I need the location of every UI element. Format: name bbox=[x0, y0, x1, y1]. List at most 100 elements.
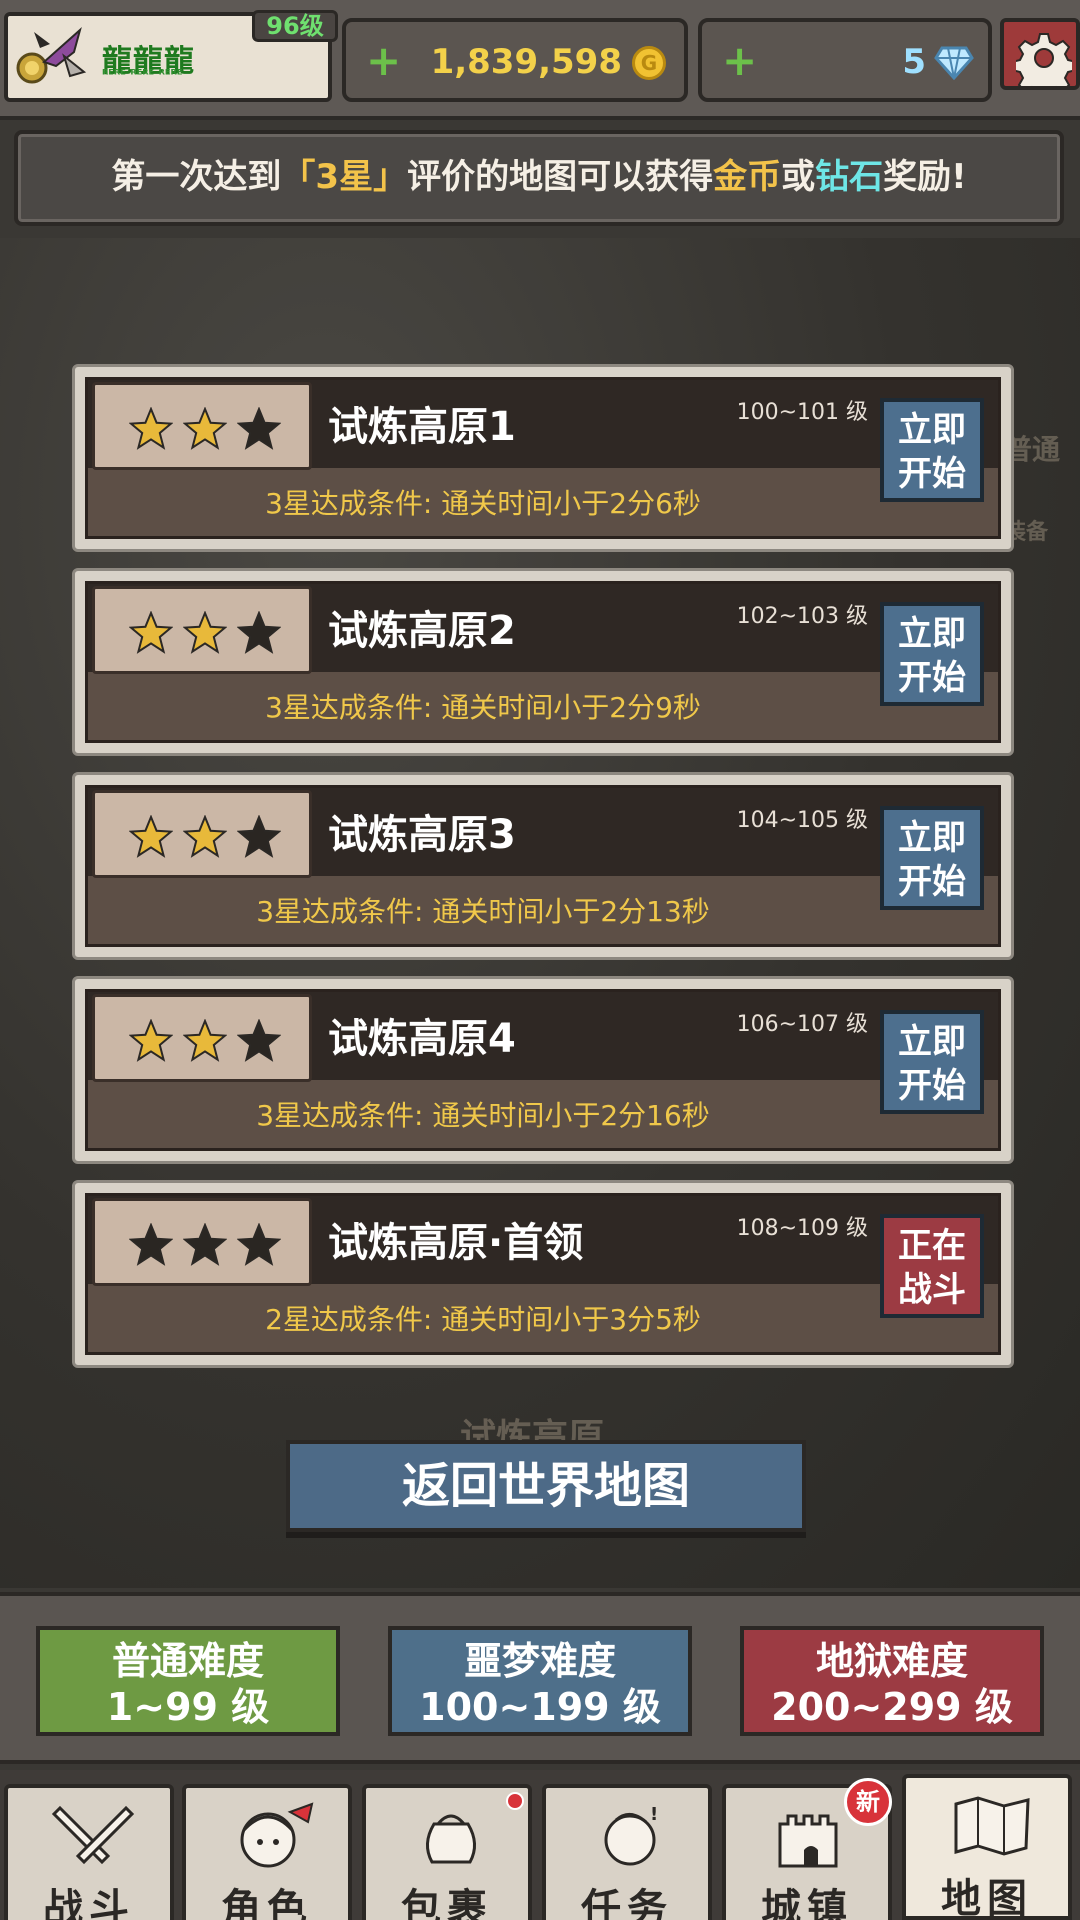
stage-title: 试炼高原·首领 bbox=[328, 1220, 584, 1266]
nav-label: 城镇 bbox=[761, 1886, 853, 1920]
star-icon bbox=[129, 611, 173, 654]
start-now-button[interactable]: 立即 开始 bbox=[880, 398, 984, 502]
nav-label: 角色 bbox=[221, 1886, 313, 1920]
button-label-line: 立即 bbox=[898, 410, 966, 450]
stage-stars bbox=[92, 382, 312, 470]
stage-card: 试炼高原1 100~101 级 3星达成条件: 通关时间小于2分6秒 立即 开始 bbox=[72, 364, 1014, 552]
button-label-line: 开始 bbox=[898, 862, 966, 902]
nav-map[interactable]: 地图 bbox=[902, 1774, 1072, 1920]
stage-card: 试炼高原·首领 108~109 级 2星达成条件: 通关时间小于3分5秒 正在 战斗 bbox=[72, 1180, 1014, 1368]
stage-stars bbox=[92, 994, 312, 1082]
notice-or: 或 bbox=[781, 157, 816, 197]
button-label-line: 开始 bbox=[898, 658, 966, 698]
nav-bag[interactable]: 包裹 bbox=[362, 1784, 532, 1920]
notice-gold: 金币 bbox=[713, 157, 782, 197]
player-profile[interactable]: 龍龍龍 ᴿᴱᴿᴱ ᴿᴱᴿᴱ ᴿᴱᴿᴱ 96级 bbox=[4, 10, 338, 102]
start-now-button[interactable]: 立即 开始 bbox=[880, 806, 984, 910]
nav-label: 包裹 bbox=[401, 1886, 493, 1920]
button-label-line: 立即 bbox=[898, 818, 966, 858]
button-label-line: 正在 bbox=[898, 1226, 966, 1266]
stage-title: 试炼高原4 bbox=[328, 1016, 516, 1062]
add-gold-button[interactable]: + bbox=[366, 36, 401, 85]
map-icon bbox=[954, 1796, 1030, 1856]
nav-label: 地图 bbox=[941, 1876, 1033, 1920]
stage-level-range: 102~103 级 bbox=[736, 604, 868, 629]
svg-text:!: ! bbox=[650, 1804, 658, 1825]
difficulty-hell-button[interactable]: 地狱难度 200~299 级 bbox=[740, 1626, 1044, 1736]
nav-character[interactable]: 角色 bbox=[182, 1784, 352, 1920]
stage-panel: 试炼高原1 100~101 级 3星达成条件: 通关时间小于2分6秒 立即 开始 bbox=[85, 377, 1001, 539]
difficulty-range: 1~99 级 bbox=[106, 1685, 270, 1729]
stage-stars bbox=[92, 790, 312, 878]
stage-panel: 试炼高原·首领 108~109 级 2星达成条件: 通关时间小于3分5秒 正在 战斗 bbox=[85, 1193, 1001, 1355]
castle-icon bbox=[778, 1814, 838, 1868]
stage-condition: 3星达成条件: 通关时间小于2分9秒 bbox=[265, 691, 701, 724]
star-icon bbox=[183, 1019, 227, 1062]
button-label-line: 战斗 bbox=[898, 1270, 966, 1310]
stage-level-range: 104~105 级 bbox=[736, 808, 868, 833]
star-icon bbox=[237, 1019, 281, 1062]
difficulty-normal-button[interactable]: 普通难度 1~99 级 bbox=[36, 1626, 340, 1736]
button-label-line: 开始 bbox=[898, 454, 966, 494]
diamond-icon bbox=[934, 46, 974, 80]
star-icon bbox=[183, 611, 227, 654]
difficulty-nightmare-button[interactable]: 噩梦难度 100~199 级 bbox=[388, 1626, 692, 1736]
gold-coin-icon: G bbox=[632, 46, 666, 80]
diamond-amount: 5 bbox=[902, 42, 926, 82]
settings-button[interactable] bbox=[1000, 18, 1080, 90]
notification-dot bbox=[506, 1792, 524, 1810]
start-now-button[interactable]: 立即 开始 bbox=[880, 602, 984, 706]
notice-text-1: 第一次达到 bbox=[111, 157, 282, 197]
stage-level-range: 100~101 级 bbox=[736, 400, 868, 425]
button-label-line: 立即 bbox=[898, 614, 966, 654]
return-world-map-button[interactable]: 返回世界地图 bbox=[286, 1440, 806, 1532]
star-icon bbox=[129, 1223, 173, 1266]
stage-condition: 3星达成条件: 通关时间小于2分16秒 bbox=[256, 1099, 710, 1132]
difficulty-name: 普通难度 bbox=[111, 1639, 264, 1683]
character-face-icon bbox=[240, 1802, 314, 1868]
bag-icon bbox=[426, 1814, 476, 1864]
gold-amount: 1,839,598 bbox=[430, 42, 622, 82]
crossed-swords-icon bbox=[51, 1805, 135, 1865]
bottom-nav: 战斗 角色 包裹 ! 任务 城镇 新 地图 bbox=[0, 1770, 1080, 1920]
difficulty-range: 200~299 级 bbox=[771, 1685, 1013, 1729]
star-icon bbox=[237, 407, 281, 450]
difficulty-name: 地狱难度 bbox=[815, 1639, 968, 1683]
stage-condition: 3星达成条件: 通关时间小于2分13秒 bbox=[256, 895, 710, 928]
start-now-button[interactable]: 立即 开始 bbox=[880, 1010, 984, 1114]
add-diamond-button[interactable]: + bbox=[722, 36, 757, 85]
notice-text-2: 评价的地图可以获得 bbox=[407, 157, 714, 197]
star-icon bbox=[129, 815, 173, 858]
quest-icon: ! bbox=[604, 1804, 658, 1866]
nav-label: 战斗 bbox=[43, 1886, 135, 1920]
stage-condition: 3星达成条件: 通关时间小于2分6秒 bbox=[265, 487, 701, 520]
star-icon bbox=[129, 1019, 173, 1062]
player-name-decoration: ᴿᴱᴿᴱ ᴿᴱᴿᴱ ᴿᴱᴿᴱ bbox=[102, 68, 183, 83]
stage-card: 试炼高原4 106~107 级 3星达成条件: 通关时间小于2分16秒 立即 开始 bbox=[72, 976, 1014, 1164]
stage-card: 试炼高原3 104~105 级 3星达成条件: 通关时间小于2分13秒 立即 开始 bbox=[72, 772, 1014, 960]
notice-diamond: 钻石 bbox=[815, 157, 884, 197]
fighting-button[interactable]: 正在 战斗 bbox=[880, 1214, 984, 1318]
reward-notice-banner: 第一次达到「3星」评价的地图可以获得金币或钻石奖励! bbox=[14, 130, 1064, 226]
stage-panel: 试炼高原3 104~105 级 3星达成条件: 通关时间小于2分13秒 立即 开始 bbox=[85, 785, 1001, 947]
diamond-counter: + 5 bbox=[698, 18, 992, 102]
notice-text-3: 奖励! bbox=[883, 157, 967, 197]
notice-highlight-stars: 「3星」 bbox=[281, 157, 408, 197]
star-icon bbox=[183, 815, 227, 858]
gear-icon bbox=[1016, 33, 1072, 86]
star-icon bbox=[183, 1223, 227, 1266]
difficulty-range: 100~199 级 bbox=[419, 1685, 661, 1729]
nav-quest[interactable]: ! 任务 bbox=[542, 1784, 712, 1920]
nav-battle[interactable]: 战斗 bbox=[4, 1784, 174, 1920]
star-icon bbox=[237, 815, 281, 858]
gold-counter: + 1,839,598 G bbox=[342, 18, 688, 102]
nav-label: 任务 bbox=[581, 1886, 673, 1920]
star-icon bbox=[129, 407, 173, 450]
stage-title: 试炼高原1 bbox=[328, 404, 516, 450]
nav-town[interactable]: 城镇 新 bbox=[722, 1778, 892, 1920]
stage-title: 试炼高原2 bbox=[328, 608, 516, 654]
star-icon bbox=[237, 611, 281, 654]
stage-title: 试炼高原3 bbox=[328, 812, 516, 858]
stage-stars bbox=[92, 586, 312, 674]
stage-panel: 试炼高原4 106~107 级 3星达成条件: 通关时间小于2分16秒 立即 开始 bbox=[85, 989, 1001, 1151]
